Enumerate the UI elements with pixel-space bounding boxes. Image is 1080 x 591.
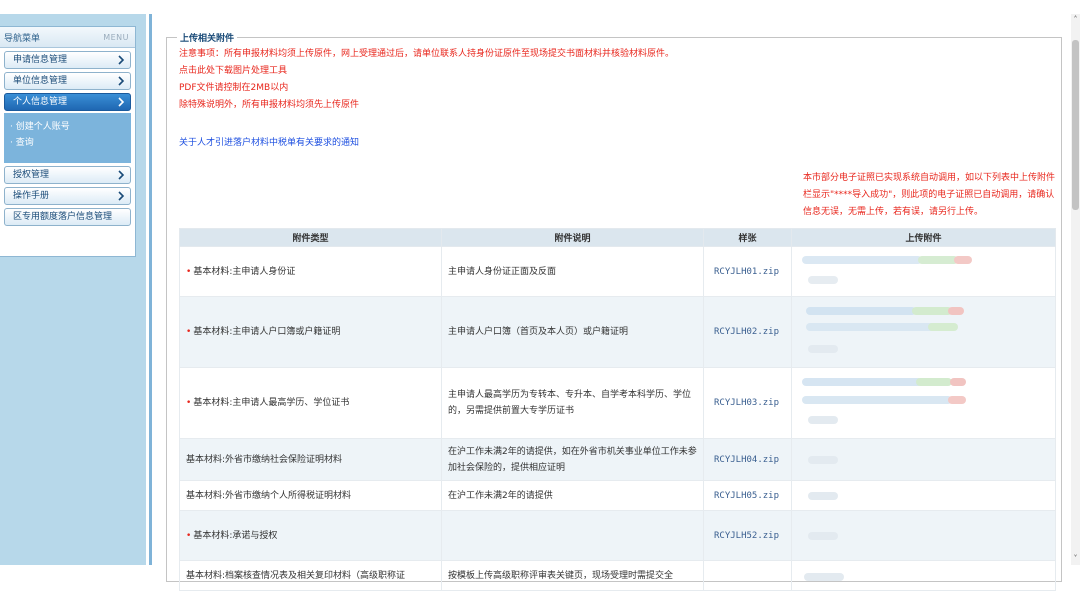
subnav-item-query[interactable]: · 查询 [10, 135, 131, 151]
sidebar-item-label: 区专用额度落户信息管理 [13, 212, 113, 222]
cell-desc: 主申请人最高学历为专转本、专升本、自学考本科学历、学位的，另需提供前置大专学历证… [441, 367, 704, 439]
sidebar-item-label: 操作手册 [13, 191, 50, 201]
sidebar-item-authorization[interactable]: 授权管理 [4, 166, 131, 184]
vertical-scrollbar[interactable]: ˄ ˅ [1071, 14, 1080, 565]
sample-link[interactable]: RCYJLH05.zip [703, 480, 792, 511]
sample-link[interactable]: RCYJLH01.zip [703, 246, 792, 297]
cell-desc: 按模板上传高级职称评审表关键页，现场受理时需提交全 [441, 560, 704, 591]
e-license-hint: 本市部分电子证照已实现系统自动调用，如以下列表中上传附件栏显示"****导入成功… [803, 173, 1056, 217]
chevron-right-icon [118, 76, 125, 86]
sidebar-menu: 导航菜单 MENU 申请信息管理 单位信息管理 个人信息管理 · 创建个人账号 … [0, 26, 136, 257]
upload-original-notice: 除特殊说明外，所有申报材料均须先上传原件 [179, 100, 360, 110]
scroll-up-icon[interactable]: ˄ [1071, 14, 1080, 26]
chevron-right-icon [118, 170, 125, 180]
table-row: • 基本材料:承诺与授权 RCYJLH52.zip [179, 510, 1056, 561]
table-row: 基本材料:外省市缴纳个人所得税证明材料 在沪工作未满2年的请提供 RCYJLH0… [179, 480, 1056, 511]
chevron-right-icon [118, 55, 125, 65]
upload-cell[interactable] [791, 438, 1056, 481]
sidebar-item-manual[interactable]: 操作手册 [4, 187, 131, 205]
required-star: • [186, 266, 192, 277]
table-row: • 基本材料:主申请人最高学历、学位证书 主申请人最高学历为专转本、专升本、自学考… [179, 367, 1056, 439]
upload-cell[interactable] [791, 560, 1056, 591]
download-tool-link[interactable]: 点击此处下载图片处理工具 [179, 63, 287, 76]
attachments-table: 附件类型 附件说明 样张 上传附件 • 基本材料:主申请人身份证 主申请人身份证正… [179, 228, 1056, 591]
col-header-sample: 样张 [703, 228, 792, 247]
upload-widget[interactable] [798, 299, 998, 365]
pdf-size-notice: PDF文件请控制在2MB以内 [179, 83, 289, 93]
scroll-down-icon[interactable]: ˅ [1071, 553, 1080, 565]
sidebar-item-label: 申请信息管理 [13, 55, 68, 65]
sample-link[interactable]: RCYJLH02.zip [703, 296, 792, 368]
cell-desc: 主申请人身份证正面及反面 [441, 246, 704, 297]
upload-widget[interactable] [798, 514, 998, 558]
cell-desc [441, 510, 704, 561]
sidebar-item-unit-info[interactable]: 单位信息管理 [4, 72, 131, 90]
col-header-upload: 上传附件 [791, 228, 1056, 247]
tax-notice-link[interactable]: 关于人才引进落户材料中税单有关要求的通知 [179, 135, 359, 148]
subnav: · 创建个人账号 · 查询 [4, 113, 131, 163]
table-header-row: 附件类型 附件说明 样张 上传附件 [179, 228, 1056, 247]
cell-type: 基本材料:外省市缴纳社会保险证明材料 [179, 438, 442, 481]
cell-type: • 基本材料:承诺与授权 [179, 510, 442, 561]
cell-type-text: 基本材料:主申请人最高学历、学位证书 [193, 398, 350, 408]
scrollbar-thumb[interactable] [1072, 40, 1079, 210]
sample-link[interactable]: RCYJLH03.zip [703, 367, 792, 439]
sidebar-item-label: 单位信息管理 [13, 76, 68, 86]
upload-cell[interactable] [791, 510, 1056, 561]
col-header-desc: 附件说明 [441, 228, 704, 247]
sidebar: 导航菜单 MENU 申请信息管理 单位信息管理 个人信息管理 · 创建个人账号 … [0, 14, 146, 565]
table-row: 基本材料:档案核查情况表及相关复印材料（高级职称证 按模板上传高级职称评审表关键… [179, 560, 1056, 591]
sidebar-item-district-quota[interactable]: 区专用额度落户信息管理 [4, 208, 131, 226]
section-legend: 上传相关附件 [177, 31, 238, 44]
upload-widget[interactable] [798, 370, 998, 436]
sample-link[interactable]: RCYJLH52.zip [703, 510, 792, 561]
cell-type: 基本材料:档案核查情况表及相关复印材料（高级职称证 [179, 560, 442, 591]
upload-cell[interactable] [791, 296, 1056, 368]
sidebar-item-label: 授权管理 [13, 170, 50, 180]
required-star: • [186, 530, 192, 541]
table-row: 基本材料:外省市缴纳社会保险证明材料 在沪工作未满2年的请提供，如在外省市机关事… [179, 438, 1056, 481]
upload-cell[interactable] [791, 367, 1056, 439]
sample-link[interactable]: RCYJLH04.zip [703, 438, 792, 481]
table-row: • 基本材料:主申请人户口簿或户籍证明 主申请人户口簿（首页及本人页）或户籍证明 … [179, 296, 1056, 368]
upload-cell[interactable] [791, 480, 1056, 511]
required-star: • [186, 327, 192, 337]
table-row: • 基本材料:主申请人身份证 主申请人身份证正面及反面 RCYJLH01.zip [179, 246, 1056, 297]
cell-desc: 主申请人户口簿（首页及本人页）或户籍证明 [441, 296, 704, 368]
top-strip [0, 0, 1080, 14]
upload-widget[interactable] [798, 483, 998, 509]
notice-text: 注意事项：所有申报材料均须上传原件，网上受理通过后，请单位联系人持身份证原件至现… [179, 49, 675, 59]
upload-widget[interactable] [798, 563, 998, 589]
chevron-right-icon [118, 191, 125, 201]
upload-widget[interactable] [798, 441, 998, 479]
cell-type-text: 基本材料:档案核查情况表及相关复印材料（高级职称证 [186, 570, 406, 581]
sidebar-item-label: 个人信息管理 [13, 97, 68, 107]
menu-header: 导航菜单 MENU [0, 27, 135, 48]
cell-type: 基本材料:外省市缴纳个人所得税证明材料 [179, 480, 442, 511]
required-star: • [186, 398, 192, 408]
cell-desc: 在沪工作未满2年的请提供 [441, 480, 704, 511]
sample-link[interactable] [703, 560, 792, 591]
upload-widget[interactable] [798, 250, 998, 294]
col-header-type: 附件类型 [179, 228, 442, 247]
upload-cell[interactable] [791, 246, 1056, 297]
cell-type: • 基本材料:主申请人身份证 [179, 246, 442, 297]
menu-title: 导航菜单 [4, 33, 41, 44]
cell-type: • 基本材料:主申请人户口簿或户籍证明 [179, 296, 442, 368]
cell-type-text: 基本材料:外省市缴纳个人所得税证明材料 [186, 490, 352, 501]
cell-type: • 基本材料:主申请人最高学历、学位证书 [179, 367, 442, 439]
upload-fieldset: 上传相关附件 注意事项：所有申报材料均须上传原件，网上受理通过后，请单位联系人持… [166, 31, 1062, 591]
subnav-item-create-account[interactable]: · 创建个人账号 [10, 119, 131, 135]
app-window: 导航菜单 MENU 申请信息管理 单位信息管理 个人信息管理 · 创建个人账号 … [0, 0, 1080, 591]
cell-type-text: 基本材料:主申请人户口簿或户籍证明 [193, 327, 341, 337]
main-content: 上传相关附件 注意事项：所有申报材料均须上传原件，网上受理通过后，请单位联系人持… [149, 14, 1071, 591]
cell-type-text: 基本材料:外省市缴纳社会保险证明材料 [186, 454, 343, 465]
chevron-right-icon [118, 97, 125, 107]
cell-type-text: 基本材料:主申请人身份证 [193, 266, 296, 277]
cell-desc: 在沪工作未满2年的请提供，如在外省市机关事业单位工作未参加社会保险的，提供相应证… [441, 438, 704, 481]
cell-type-text: 基本材料:承诺与授权 [193, 530, 278, 541]
menu-tag: MENU [103, 32, 129, 42]
sidebar-item-apply-info[interactable]: 申请信息管理 [4, 51, 131, 69]
sidebar-item-personal-info[interactable]: 个人信息管理 [4, 93, 131, 111]
